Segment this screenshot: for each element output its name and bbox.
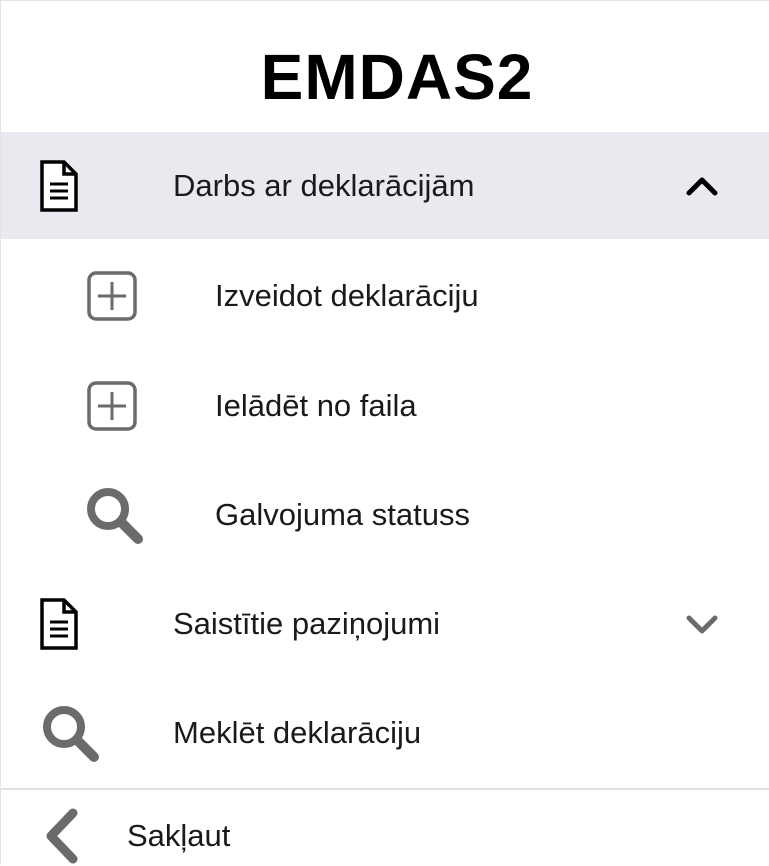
- plus-square-icon: [87, 380, 137, 431]
- submenu-item-label: Galvojuma statuss: [215, 496, 470, 532]
- document-icon: [40, 597, 78, 650]
- submenu-item-galvojuma-statuss[interactable]: Galvojuma statuss: [1, 461, 769, 568]
- submenu-item-izveidot-deklaraciju[interactable]: Izveidot deklarāciju: [1, 242, 769, 349]
- menu-item-label: Meklēt deklarāciju: [173, 714, 422, 750]
- submenu-item-label: Ielādēt no faila: [215, 387, 417, 423]
- collapse-label: Sakļaut: [127, 818, 231, 853]
- document-icon: [40, 159, 78, 212]
- menu-item-label: Darbs ar deklarācijām: [173, 167, 475, 203]
- menu-item-darbs-ar-deklaracijam[interactable]: Darbs ar deklarācijām: [1, 132, 769, 239]
- search-icon: [43, 705, 99, 762]
- collapse-sidebar-button[interactable]: Sakļaut: [1, 790, 769, 866]
- menu-item-meklet-deklaraciju[interactable]: Meklēt deklarāciju: [1, 679, 769, 786]
- sidebar-navigation: EMDAS2 Darbs ar deklarācijām Izveidot de…: [0, 0, 769, 865]
- submenu-item-label: Izveidot deklarāciju: [215, 277, 479, 313]
- chevron-up-icon[interactable]: [685, 174, 719, 198]
- app-title: EMDAS2: [260, 41, 534, 113]
- plus-square-icon: [87, 270, 137, 321]
- chevron-down-icon[interactable]: [685, 612, 719, 636]
- search-icon: [87, 487, 143, 544]
- submenu-item-ieladet-no-faila[interactable]: Ielādēt no faila: [1, 352, 769, 459]
- menu-item-label: Saistītie paziņojumi: [173, 605, 441, 641]
- chevron-left-icon: [46, 808, 78, 864]
- menu-item-saistitie-pazinojumi[interactable]: Saistītie paziņojumi: [1, 570, 769, 677]
